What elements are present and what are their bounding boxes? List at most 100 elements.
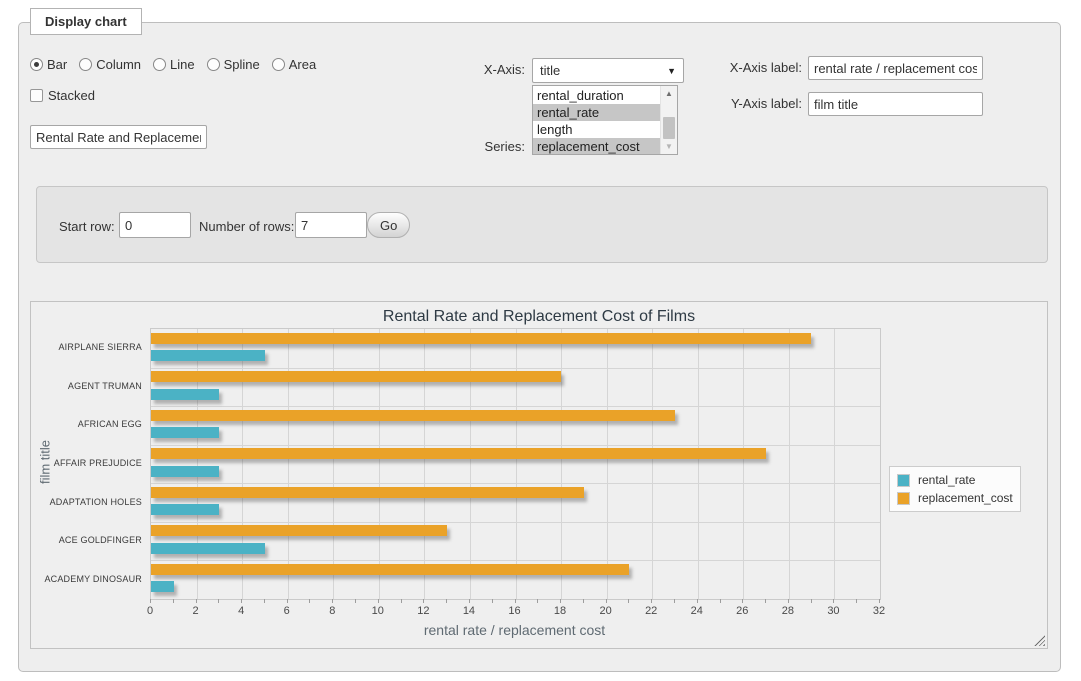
chart-type-option-column[interactable]: Column [79,57,141,72]
tick-mark [173,599,174,603]
chart-legend: rental_rate replacement_cost [889,466,1021,512]
tick-mark [879,599,880,603]
scrollbar-thumb[interactable] [663,117,675,139]
bar-rental_rate [151,466,219,477]
gridline [607,329,608,599]
gridline [333,329,334,599]
gridline [151,406,880,407]
gridline [151,445,880,446]
bar-rental_rate [151,427,219,438]
chart-title-input[interactable] [30,125,207,149]
tick-mark [332,599,333,603]
gridline [561,329,562,599]
bar-rental_rate [151,389,219,400]
gridline [197,329,198,599]
x-axis-selected-value: title [540,63,560,78]
chart-type-option-spline[interactable]: Spline [207,57,260,72]
stacked-label: Stacked [48,88,95,103]
category-label: AFRICAN EGG [32,419,142,429]
gridline [789,329,790,599]
tick-mark [742,599,743,603]
x-tick-label: 20 [600,605,612,617]
series-list-scrollbar[interactable]: ▲ ▼ [660,86,677,154]
x-axis-select-label: X-Axis: [440,62,525,77]
number-of-rows-input[interactable] [295,212,367,238]
scroll-down-icon[interactable]: ▼ [661,139,677,154]
tick-mark [697,599,698,603]
series-option-replacement_cost[interactable]: replacement_cost [533,138,660,155]
chart-type-option-area[interactable]: Area [272,57,316,72]
tick-mark [196,599,197,603]
legend-item-replacement_cost: replacement_cost [897,489,1013,507]
chart-type-label: Bar [47,57,67,72]
stacked-checkbox-box[interactable] [30,89,43,102]
chart-type-option-line[interactable]: Line [153,57,195,72]
tick-mark [218,599,219,603]
gridline [470,329,471,599]
bar-replacement_cost [151,525,447,536]
gridline [151,483,880,484]
tick-mark [765,599,766,603]
tick-mark [606,599,607,603]
tick-mark [469,599,470,603]
gridline [834,329,835,599]
x-tick-label: 12 [417,605,429,617]
chart-plot-area [150,328,881,600]
stacked-checkbox[interactable]: Stacked [30,88,95,103]
tick-mark [583,599,584,603]
bar-rental_rate [151,543,265,554]
tick-mark [492,599,493,603]
radio-icon[interactable] [207,58,220,71]
tick-mark [856,599,857,603]
start-row-input[interactable] [119,212,191,238]
chart-type-option-bar[interactable]: Bar [30,57,67,72]
tick-mark [560,599,561,603]
gridline [151,368,880,369]
y-axis-label-input[interactable] [808,92,983,116]
radio-icon[interactable] [272,58,285,71]
tick-mark [241,599,242,603]
x-tick-label: 28 [782,605,794,617]
series-option-rental_duration[interactable]: rental_duration [533,87,660,104]
chart-type-label: Area [289,57,316,72]
series-option-length[interactable]: length [533,121,660,138]
tick-mark [264,599,265,603]
resize-grip-icon[interactable] [1034,635,1045,646]
category-label: AIRPLANE SIERRA [32,342,142,352]
x-axis-label-input[interactable] [808,56,983,80]
chart-container: Rental Rate and Replacement Cost of Film… [30,301,1048,649]
scroll-up-icon[interactable]: ▲ [661,86,677,101]
tick-mark [720,599,721,603]
x-tick-label: 2 [192,605,198,617]
series-option-rental_rate[interactable]: rental_rate [533,104,660,121]
series-option-list: rental_durationrental_ratelengthreplacem… [533,87,660,155]
start-row-label: Start row: [59,219,115,234]
radio-icon[interactable] [153,58,166,71]
x-axis-label-field-label: X-Axis label: [690,60,802,75]
series-select-label: Series: [440,139,525,154]
go-button[interactable]: Go [367,212,410,238]
legend-label: rental_rate [918,473,975,487]
series-multiselect[interactable]: rental_durationrental_ratelengthreplacem… [532,85,678,155]
tick-mark [309,599,310,603]
legend-swatch-icon [897,474,910,487]
x-tick-label: 18 [554,605,566,617]
chart-type-label: Line [170,57,195,72]
bar-replacement_cost [151,448,766,459]
tick-mark [674,599,675,603]
tick-mark [423,599,424,603]
x-axis-select[interactable]: title ▼ [532,58,684,83]
tick-mark [811,599,812,603]
chart-type-label: Spline [224,57,260,72]
gridline [743,329,744,599]
legend-item-rental_rate: rental_rate [897,471,1013,489]
page: Display chart BarColumnLineSplineArea St… [0,0,1081,681]
radio-icon[interactable] [79,58,92,71]
x-tick-label: 8 [329,605,335,617]
bar-rental_rate [151,581,174,592]
x-tick-label: 0 [147,605,153,617]
number-of-rows-label: Number of rows: [199,219,294,234]
tick-mark [628,599,629,603]
gridline [151,560,880,561]
radio-icon[interactable] [30,58,43,71]
